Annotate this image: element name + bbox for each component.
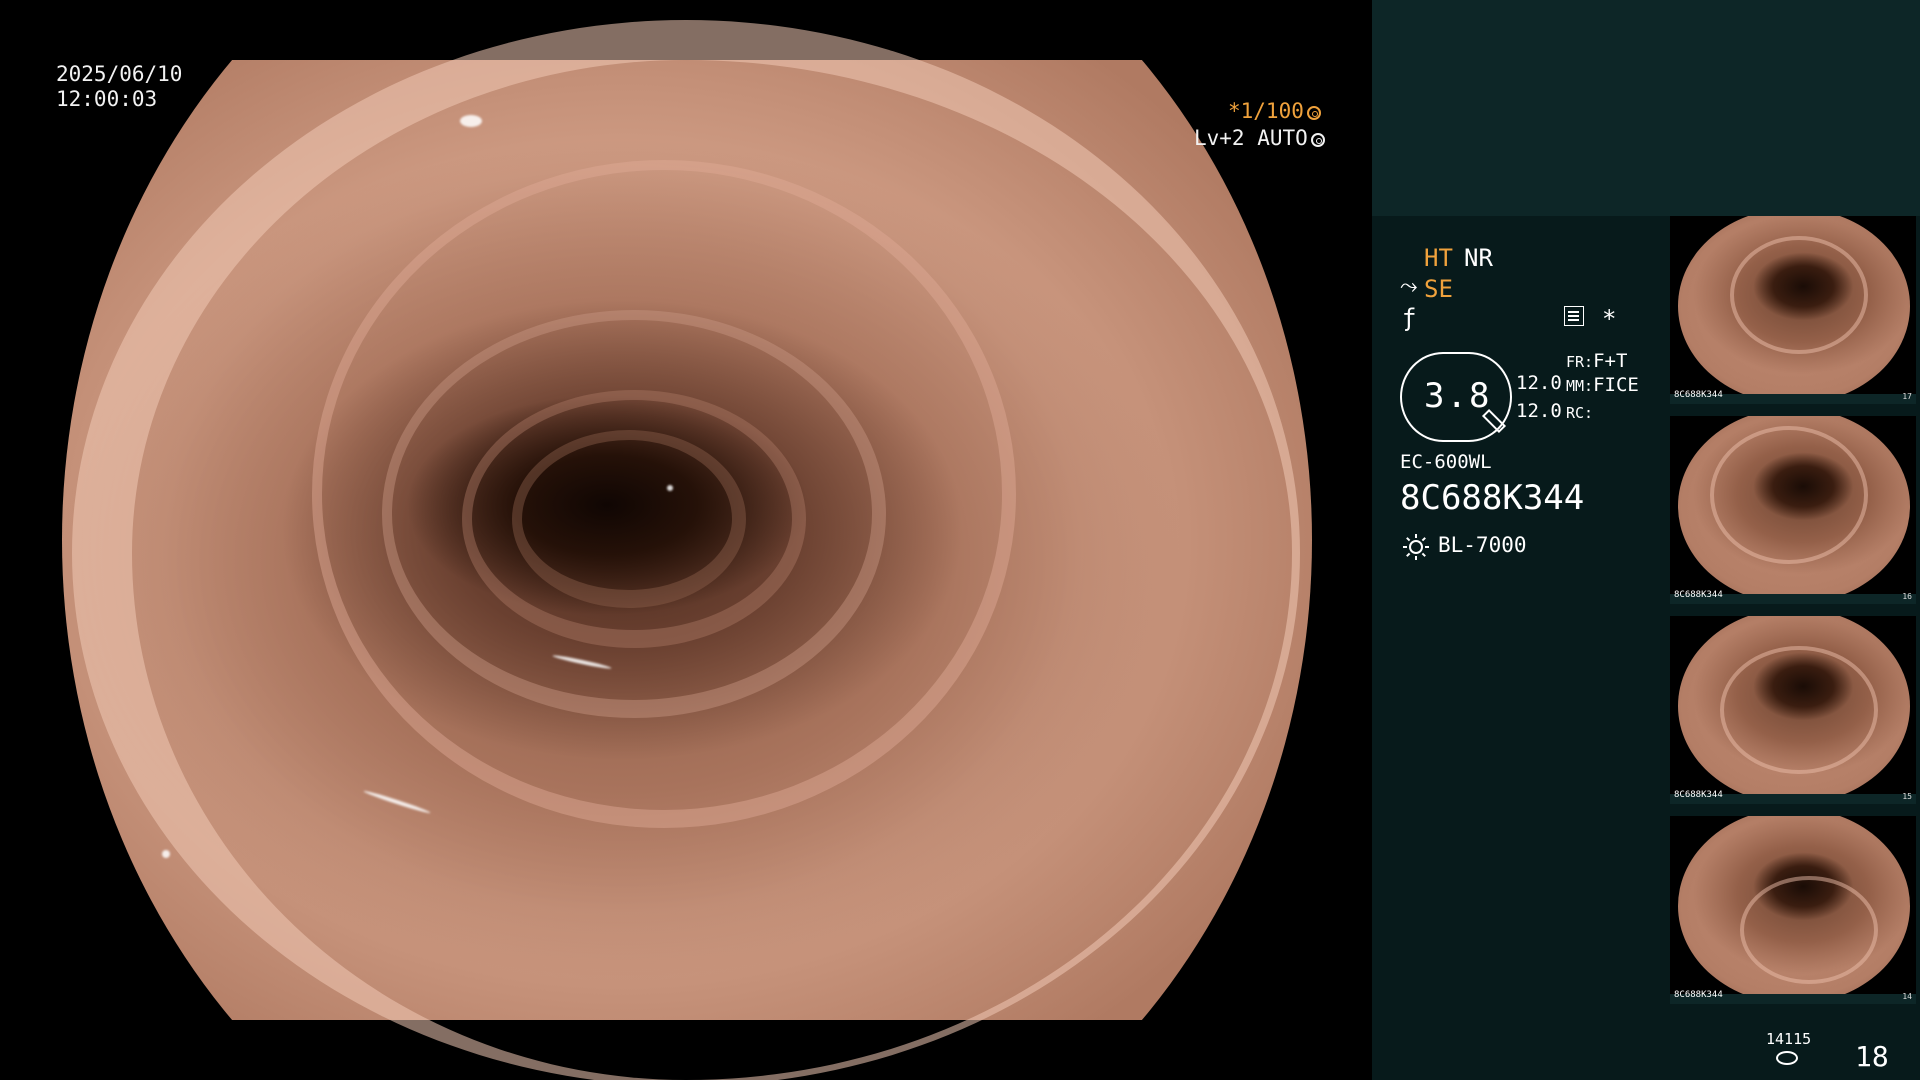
endoscope-view: 2025/06/10 12:00:03 *1/100 Lv+2 AUTO	[0, 0, 1372, 1080]
panel-header-area	[1372, 0, 1920, 216]
light-reflection	[667, 485, 673, 491]
setting-value-1: 12.0	[1516, 372, 1562, 394]
mm-value: FICE	[1593, 374, 1639, 396]
mucosal-fold	[512, 430, 746, 608]
capture-thumbnail[interactable]: 8C688K344 14	[1670, 816, 1916, 1004]
shutter-readout: *1/100	[1228, 99, 1321, 124]
light-source-model: BL-7000	[1438, 533, 1527, 557]
thumbnail-serial: 8C688K344	[1674, 590, 1723, 600]
mucosal-fold	[382, 310, 886, 718]
thumbnail-index: 16	[1902, 592, 1912, 601]
level-text: Lv+2 AUTO	[1194, 126, 1308, 150]
light-reflection	[552, 653, 612, 671]
exposure-level-readout: Lv+2 AUTO	[1194, 126, 1325, 151]
light-reflection	[460, 115, 482, 127]
date-time-stamp: 2025/06/10 12:00:03	[56, 62, 182, 112]
nr-indicator: NR	[1464, 244, 1493, 272]
thumbnail-serial: 8C688K344	[1674, 990, 1723, 1000]
ht-indicator: HT	[1424, 244, 1453, 272]
thumbnail-fold	[1720, 646, 1878, 774]
thumbnail-index: 14	[1902, 992, 1912, 1001]
date-text: 2025/06/10	[56, 62, 183, 86]
asterisk-indicator: *	[1602, 305, 1617, 333]
page-number: 18	[1855, 1040, 1889, 1073]
light-reflection	[162, 850, 170, 858]
aperture-icon	[1306, 106, 1321, 120]
capture-thumbnail[interactable]: 8C688K344 15	[1670, 616, 1916, 804]
shutter-text: *1/100	[1228, 99, 1304, 123]
thumbnail-fold	[1730, 236, 1868, 354]
setting-value-2: 12.0	[1516, 400, 1562, 422]
light-source-icon	[1403, 534, 1429, 560]
thumbnail-index: 17	[1902, 392, 1912, 401]
capture-thumbnail[interactable]: 8C688K344 17	[1670, 216, 1916, 404]
mm-setting: MM:FICE	[1566, 374, 1639, 396]
f-curve-icon: ƒ	[1402, 304, 1417, 332]
capture-thumbnail[interactable]: 8C688K344 16	[1670, 416, 1916, 604]
scope-model: EC-600WL	[1400, 451, 1492, 473]
image-counter: 14115	[1766, 1030, 1812, 1048]
fr-value: F+T	[1593, 350, 1628, 372]
se-indicator: SE	[1424, 275, 1453, 303]
time-text: 12:00:03	[56, 87, 158, 111]
zoom-indicator: 3.8	[1400, 352, 1512, 442]
zoom-value: 3.8	[1424, 376, 1492, 416]
scope-serial: 8C688K344	[1400, 478, 1585, 518]
mucosal-fold	[312, 160, 1016, 828]
rc-label: RC:	[1566, 404, 1594, 422]
fr-label: FR:	[1566, 353, 1594, 371]
mucosal-fold	[72, 20, 1300, 1080]
thumbnail-fold	[1710, 426, 1868, 564]
info-panel: HT NR ⤳ SE ƒ * 3.8 12.0 12.0 FR:F+T MM:F…	[1372, 0, 1920, 1080]
settings-sheet-icon	[1564, 306, 1584, 326]
fr-setting: FR:F+T	[1566, 350, 1627, 372]
rc-setting: RC:	[1566, 401, 1593, 423]
light-reflection	[363, 789, 431, 815]
storage-disk-icon	[1776, 1051, 1798, 1065]
edge-enhance-icon: ⤳	[1400, 274, 1418, 299]
thumbnail-serial: 8C688K344	[1674, 790, 1723, 800]
thumbnail-serial: 8C688K344	[1674, 390, 1723, 400]
mm-label: MM:	[1566, 377, 1594, 395]
thumbnail-fold	[1740, 876, 1878, 984]
mucosal-fold	[462, 390, 806, 648]
colon-lumen-image	[62, 20, 1312, 1080]
iris-icon	[1310, 133, 1325, 147]
zoom-handle-icon	[1481, 408, 1507, 434]
thumbnail-index: 15	[1902, 792, 1912, 801]
